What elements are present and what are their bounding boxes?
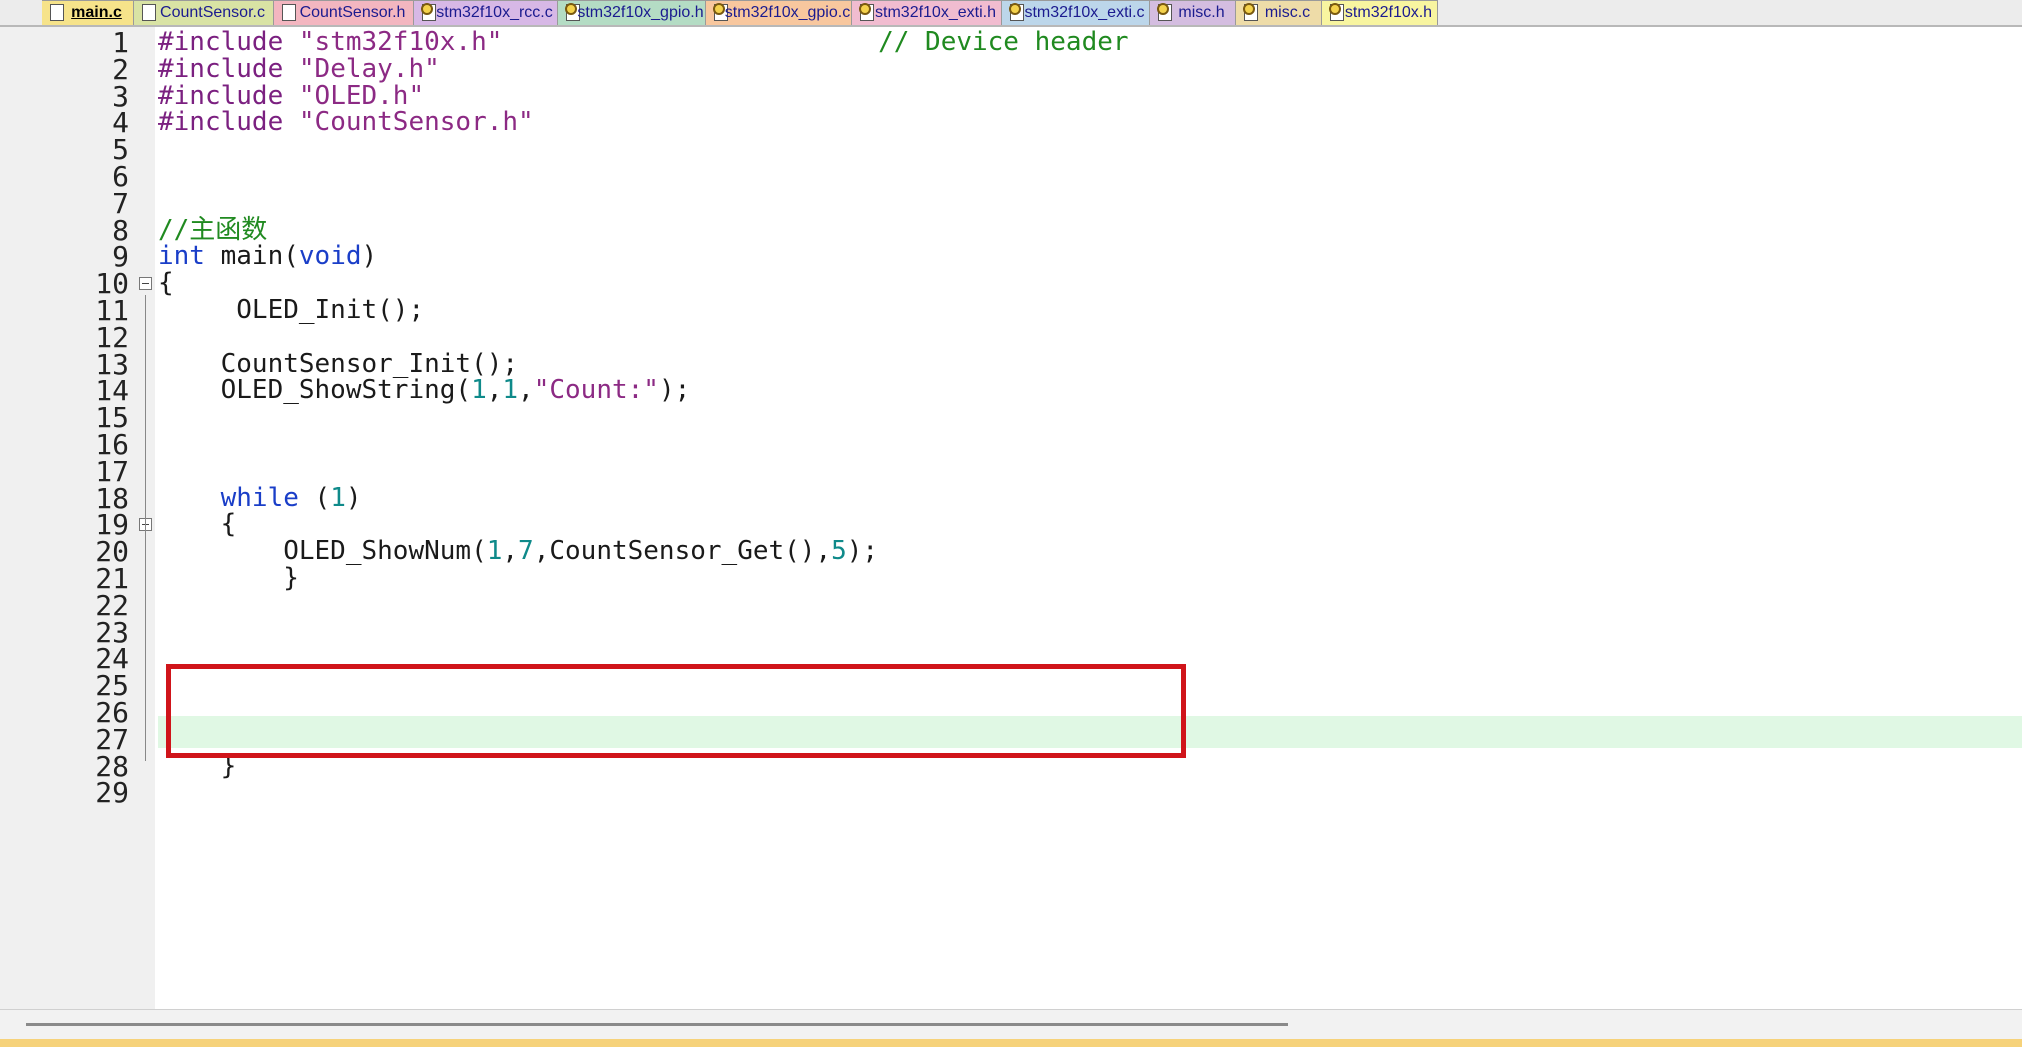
tab-countsensor-c[interactable]: CountSensor.c <box>134 0 274 25</box>
code-token: 1 <box>330 482 346 513</box>
code-token: , <box>518 375 534 406</box>
code-line-4[interactable]: #include "CountSensor.h" <box>158 105 534 140</box>
code-line-9[interactable]: int main(void) <box>158 239 377 274</box>
tab-label: stm32f10x_exti.h <box>875 4 996 21</box>
code-token: main( <box>204 241 299 272</box>
code-token: ); <box>658 375 691 406</box>
tab-stm32f10x-gpio-c[interactable]: stm32f10x_gpio.c <box>706 0 852 25</box>
code-token: ) <box>361 241 378 272</box>
code-token: 5 <box>831 536 847 567</box>
tab-label: CountSensor.h <box>299 4 406 21</box>
tab-misc-c[interactable]: misc.c <box>1236 0 1322 25</box>
tab-label: stm32f10x.h <box>1344 4 1433 21</box>
code-token: // Device header <box>878 27 1129 57</box>
tab-label: CountSensor.c <box>160 4 265 21</box>
code-token: , <box>502 536 519 567</box>
code-line-21[interactable]: } <box>158 561 299 596</box>
tab-label: main.c <box>71 4 122 21</box>
tab-main-c[interactable]: main.c <box>42 0 134 25</box>
code-token: ) <box>345 482 362 513</box>
code-token: ,CountSensor_Get(), <box>533 536 832 567</box>
code-token: void <box>298 241 362 272</box>
line-number: 29 <box>95 776 129 810</box>
tab-countsensor-h[interactable]: CountSensor.h <box>274 0 414 25</box>
annotation-highlight-box <box>166 664 1186 758</box>
fold-guide-line <box>145 295 146 761</box>
tab-label: stm32f10x_gpio.h <box>577 4 704 21</box>
tab-stm32f10x-gpio-h[interactable]: stm32f10x_gpio.h <box>558 0 706 25</box>
code-token: 1 <box>502 375 519 406</box>
code-token: "Count:" <box>533 375 659 406</box>
file-tab-bar: main.c CountSensor.c CountSensor.h stm32f10… <box>0 0 2022 27</box>
code-token: "CountSensor.h" <box>283 107 534 138</box>
code-token: ); <box>846 536 879 567</box>
code-token: OLED_Init(); <box>158 295 425 325</box>
tab-label: stm32f10x_rcc.c <box>436 4 553 21</box>
tab-misc-h[interactable]: misc.h <box>1150 0 1236 25</box>
code-token: #include <box>158 107 284 138</box>
tab-stm32f10x-exti-c[interactable]: stm32f10x_exti.c <box>1002 0 1150 25</box>
tab-stm32f10x-rcc-c[interactable]: stm32f10x_rcc.c <box>414 0 558 25</box>
code-token: 1 <box>471 375 487 406</box>
tab-label: misc.h <box>1178 4 1225 21</box>
code-line-11[interactable]: OLED_Init(); <box>158 293 424 328</box>
code-lines: 1 #include "stm32f10x.h" // Device header… <box>0 27 2022 1009</box>
fold-toggle-main-icon[interactable] <box>139 277 152 291</box>
tab-label: misc.c <box>1264 4 1311 21</box>
scrollbar-thumb[interactable] <box>26 1023 1288 1026</box>
code-token: 1 <box>486 536 503 567</box>
horizontal-scrollbar[interactable] <box>0 1009 2022 1040</box>
code-token: , <box>486 375 503 406</box>
code-line-14[interactable]: OLED_ShowString(1,1,"Count:"); <box>158 373 691 408</box>
tab-label: stm32f10x_gpio.c <box>724 4 851 21</box>
code-token: OLED_ShowString( <box>158 375 472 406</box>
code-token: } <box>158 563 299 593</box>
tab-label: stm32f10x_exti.c <box>1024 4 1145 21</box>
code-token: 7 <box>518 536 534 567</box>
tab-stm32f10x-h[interactable]: stm32f10x.h <box>1322 0 1438 25</box>
window-bottom-edge <box>0 1039 2022 1047</box>
code-token: ( <box>298 482 331 513</box>
tab-stm32f10x-exti-h[interactable]: stm32f10x_exti.h <box>852 0 1002 25</box>
